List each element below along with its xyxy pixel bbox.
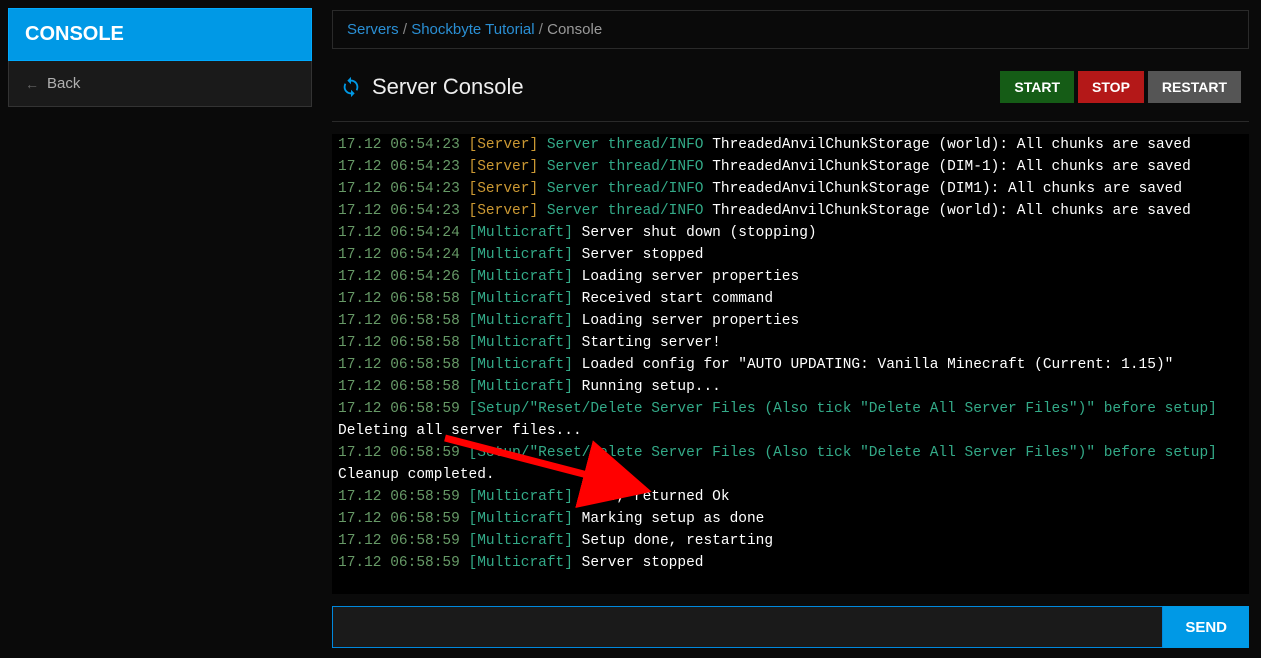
console-line: 17.12 06:54:23 [Server] Server thread/IN… [338, 178, 1243, 200]
console-line: 17.12 06:58:58 [Multicraft] Starting ser… [338, 332, 1243, 354]
console-line: 17.12 06:58:58 [Multicraft] Running setu… [338, 376, 1243, 398]
console-output[interactable]: 17.12 06:54:23 [Server] Server thread/IN… [332, 134, 1249, 594]
send-button[interactable]: SEND [1163, 606, 1249, 648]
title-block: Server Console [340, 74, 524, 100]
sidebar-header: CONSOLE [8, 8, 312, 61]
breadcrumb-servers[interactable]: Servers [347, 21, 399, 38]
console-line: 17.12 06:54:23 [Server] Server thread/IN… [338, 200, 1243, 222]
console-line: 17.12 06:58:59 [Multicraft] Server stopp… [338, 552, 1243, 574]
command-input[interactable] [332, 606, 1163, 648]
console-line: 17.12 06:58:59 [Setup/"Reset/Delete Serv… [338, 442, 1243, 464]
sidebar-item-back[interactable]: ← Back [8, 61, 312, 107]
command-input-row: SEND [332, 606, 1249, 648]
breadcrumb-server-name[interactable]: Shockbyte Tutorial [411, 21, 534, 38]
sidebar: CONSOLE ← Back [0, 0, 320, 658]
console-line: 17.12 06:58:59 [Multicraft] Marking setu… [338, 508, 1243, 530]
server-controls: START STOP RESTART [1000, 71, 1241, 103]
breadcrumb: Servers / Shockbyte Tutorial / Console [332, 10, 1249, 49]
console-line: 17.12 06:54:26 [Multicraft] Loading serv… [338, 266, 1243, 288]
main-panel: Servers / Shockbyte Tutorial / Console S… [320, 0, 1261, 658]
console-line: 17.12 06:58:59 [Multicraft] Setup done, … [338, 530, 1243, 552]
breadcrumb-sep: / [535, 21, 548, 38]
console-line: 17.12 06:58:58 [Multicraft] Received sta… [338, 288, 1243, 310]
console-line: 17.12 06:54:24 [Multicraft] Server stopp… [338, 244, 1243, 266]
sidebar-item-label: Back [47, 75, 80, 92]
page-title: Server Console [372, 74, 524, 100]
console-line: 17.12 06:54:23 [Server] Server thread/IN… [338, 156, 1243, 178]
console-line: 17.12 06:58:58 [Multicraft] Loaded confi… [338, 354, 1243, 376]
console-line: 17.12 06:58:59 [Setup/"Reset/Delete Serv… [338, 398, 1243, 420]
header-row: Server Console START STOP RESTART [332, 65, 1249, 122]
console-line: Deleting all server files... [338, 420, 1243, 442]
console-line: 17.12 06:54:23 [Server] Server thread/IN… [338, 134, 1243, 156]
breadcrumb-sep: / [399, 21, 412, 38]
console-line: Cleanup completed. [338, 464, 1243, 486]
breadcrumb-current: Console [547, 21, 602, 38]
restart-button[interactable]: RESTART [1148, 71, 1241, 103]
stop-button[interactable]: STOP [1078, 71, 1144, 103]
console-line: 17.12 06:54:24 [Multicraft] Server shut … [338, 222, 1243, 244]
console-line: 17.12 06:58:58 [Multicraft] Loading serv… [338, 310, 1243, 332]
refresh-icon[interactable] [340, 76, 362, 98]
start-button[interactable]: START [1000, 71, 1074, 103]
back-arrow-icon: ← [25, 76, 39, 92]
console-line: 17.12 06:58:59 [Multicraft] Done, return… [338, 486, 1243, 508]
